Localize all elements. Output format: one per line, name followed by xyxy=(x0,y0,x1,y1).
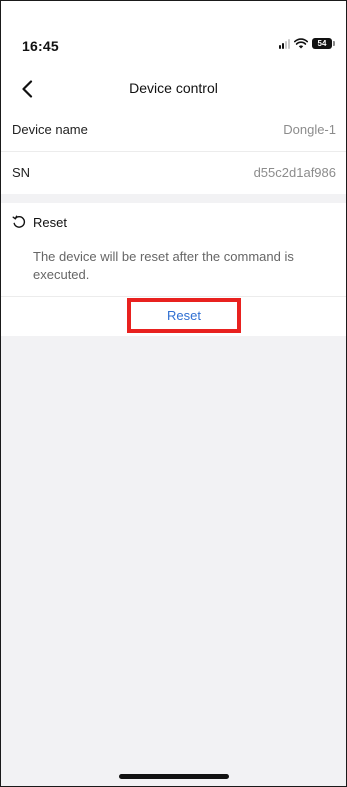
reset-description: The device will be reset after the comma… xyxy=(33,249,294,282)
phone-screen: 16:45 54 Device control Device name Dong… xyxy=(0,0,347,787)
sn-value: d55c2d1af986 xyxy=(253,165,336,180)
reset-icon xyxy=(12,215,26,228)
status-time: 16:45 xyxy=(22,38,59,54)
status-icons: 54 xyxy=(279,38,335,49)
device-name-label: Device name xyxy=(12,122,88,137)
sn-label: SN xyxy=(12,165,31,180)
reset-button[interactable]: Reset xyxy=(127,298,241,333)
home-indicator xyxy=(119,774,229,779)
reset-action-bar: Reset xyxy=(1,297,346,336)
device-name-value: Dongle-1 xyxy=(283,122,336,137)
signal-icon xyxy=(279,38,290,49)
reset-section: Reset The device will be reset after the… xyxy=(1,203,346,296)
wifi-icon xyxy=(294,38,308,49)
battery-icon: 54 xyxy=(312,38,335,49)
page-title: Device control xyxy=(129,80,218,96)
reset-title: Reset xyxy=(33,215,67,230)
device-name-row: Device name Dongle-1 xyxy=(1,109,346,151)
sn-row: SN d55c2d1af986 xyxy=(1,152,346,194)
status-bar: 16:45 54 xyxy=(1,1,346,69)
navigation-bar: Device control xyxy=(1,69,346,109)
